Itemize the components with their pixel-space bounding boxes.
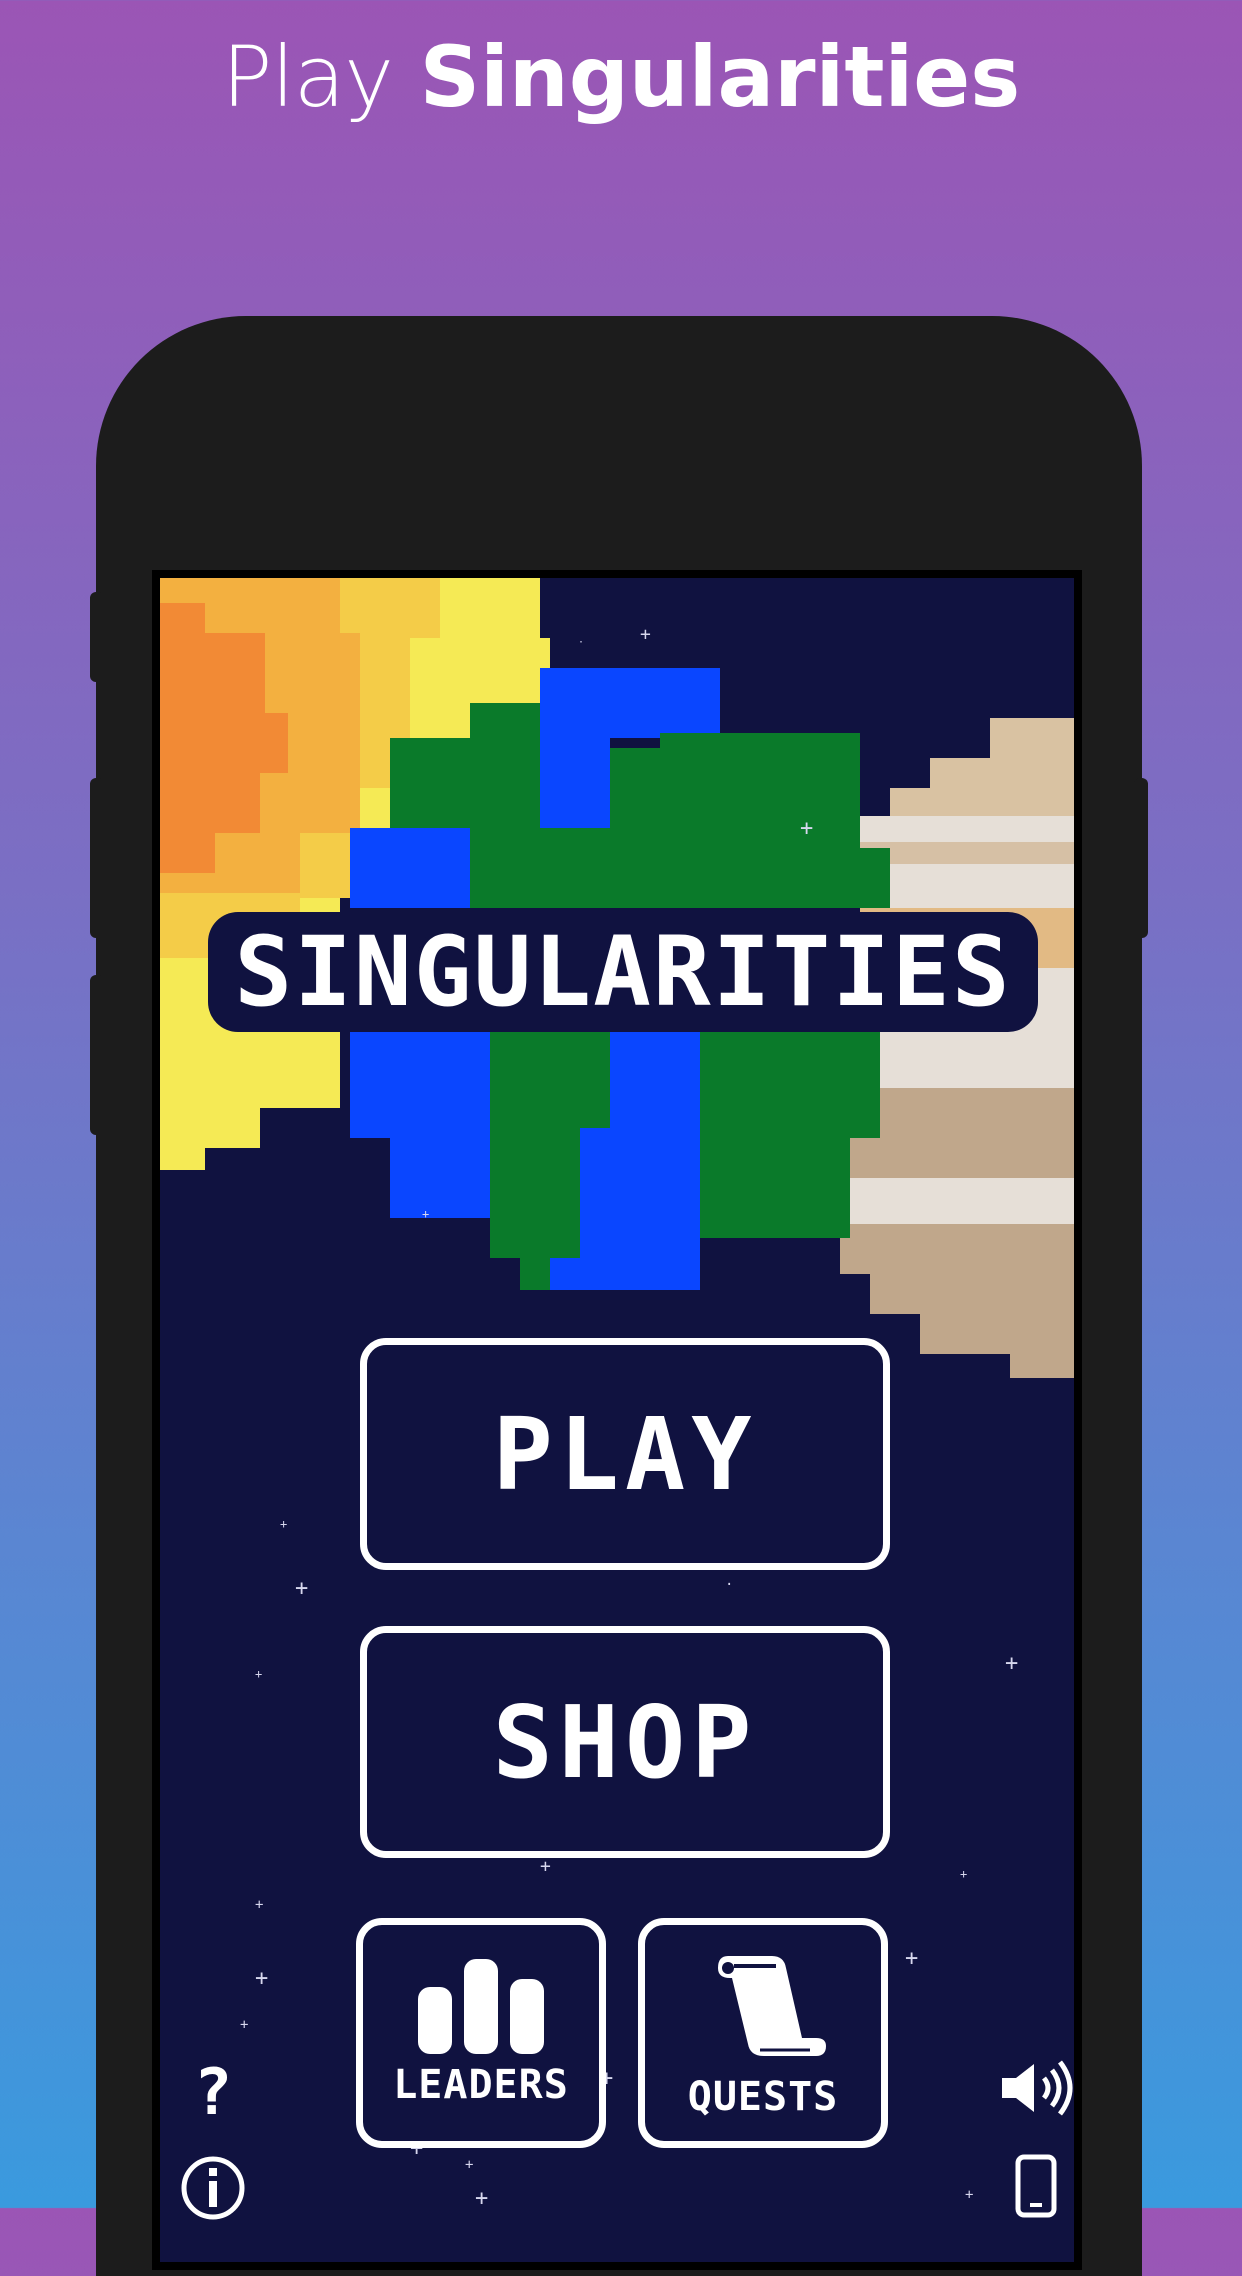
help-icon: ? [193, 2056, 233, 2130]
headline-light: Play [221, 28, 394, 126]
info-button[interactable] [178, 2153, 248, 2223]
phone-side-button-1 [90, 592, 104, 682]
phone-side-button-3 [90, 975, 104, 1135]
shop-button[interactable]: SHOP [360, 1626, 890, 1858]
scroll-icon [718, 1956, 826, 2056]
quests-button[interactable]: QUESTS [638, 1918, 888, 2148]
play-button-label: PLAY [492, 1395, 758, 1513]
phone-side-button-4 [1134, 778, 1148, 938]
speaker-icon [1002, 2060, 1073, 2116]
sound-toggle[interactable] [998, 2056, 1074, 2120]
game-screen: + + · + + + + · + + + + + + + + + + + + … [152, 570, 1082, 2270]
game-logo: SINGULARITIES [208, 912, 1038, 1032]
info-icon [181, 2156, 245, 2220]
help-button[interactable]: ? [188, 2056, 238, 2130]
phone-icon [1015, 2154, 1057, 2218]
bar-chart-icon [418, 1958, 544, 2054]
phone-side-button-2 [90, 778, 104, 938]
shop-button-label: SHOP [492, 1683, 758, 1801]
page-headline: Play Singularities [0, 28, 1242, 126]
play-button[interactable]: PLAY [360, 1338, 890, 1570]
headline-bold: Singularities [419, 28, 1021, 126]
leaders-button[interactable]: LEADERS [356, 1918, 606, 2148]
device-button[interactable] [1006, 2146, 1066, 2226]
quests-button-label: QUESTS [687, 2074, 839, 2120]
leaders-button-label: LEADERS [393, 2061, 569, 2108]
game-logo-text: SINGULARITIES [234, 916, 1012, 1028]
